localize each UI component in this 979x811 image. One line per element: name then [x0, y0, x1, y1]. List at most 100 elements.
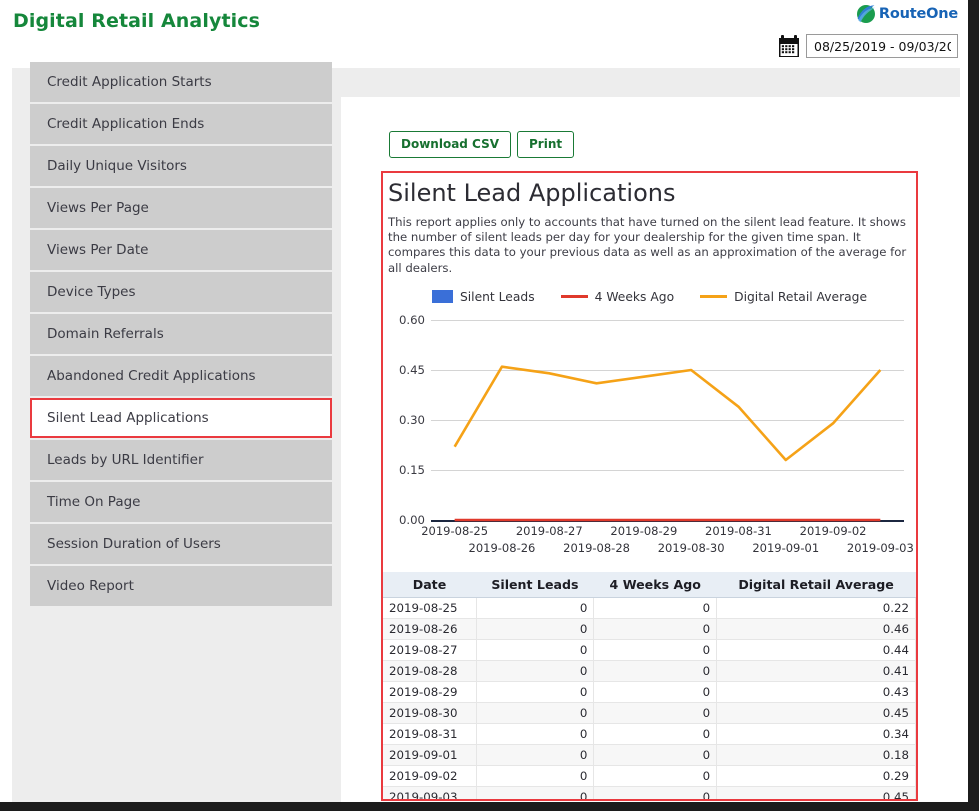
table-row: 2019-08-27000.44 [383, 639, 916, 660]
table-row: 2019-08-25000.22 [383, 597, 916, 618]
table-cell-date: 2019-08-28 [383, 660, 476, 681]
table-cell-value: 0 [594, 681, 717, 702]
table-cell-value: 0 [476, 786, 594, 801]
table-cell-value: 0 [594, 744, 717, 765]
chart-x-tick-label: 2019-08-28 [563, 541, 630, 555]
table-row: 2019-08-29000.43 [383, 681, 916, 702]
sidebar-item-video-report[interactable]: Video Report [30, 566, 332, 606]
table-cell-value: 0 [594, 639, 717, 660]
calendar-icon[interactable] [778, 35, 800, 58]
table-cell-value: 0 [476, 744, 594, 765]
print-button[interactable]: Print [517, 131, 574, 158]
table-cell-value: 0 [594, 597, 717, 618]
legend-item-4-weeks-ago[interactable]: 4 Weeks Ago [561, 290, 674, 304]
sidebar-item-daily-unique-visitors[interactable]: Daily Unique Visitors [30, 146, 332, 186]
sidebar-item-session-duration-of-users[interactable]: Session Duration of Users [30, 524, 332, 564]
table-row: 2019-08-26000.46 [383, 618, 916, 639]
report-panel: Silent Lead Applications This report app… [381, 171, 918, 801]
table-cell-value: 0.45 [717, 786, 916, 801]
legend-item-digital-retail-average[interactable]: Digital Retail Average [700, 290, 867, 304]
table-cell-date: 2019-08-29 [383, 681, 476, 702]
table-row: 2019-09-01000.18 [383, 744, 916, 765]
chart-x-tick-label: 2019-09-01 [752, 541, 819, 555]
table-row: 2019-09-03000.45 [383, 786, 916, 801]
sidebar-item-label: Session Duration of Users [47, 536, 221, 552]
sidebar-item-label: Credit Application Starts [47, 74, 212, 90]
table-cell-value: 0 [476, 723, 594, 744]
sidebar-item-silent-lead-applications[interactable]: Silent Lead Applications [30, 398, 332, 438]
legend-label: Silent Leads [460, 290, 535, 304]
sidebar-item-credit-application-starts[interactable]: Credit Application Starts [30, 62, 332, 102]
table-cell-value: 0.34 [717, 723, 916, 744]
legend-swatch-icon [700, 295, 727, 298]
sidebar-item-label: Domain Referrals [47, 326, 164, 342]
silent-leads-chart: Silent Leads 4 Weeks Ago Digital Retail Av… [383, 286, 916, 564]
sidebar-item-domain-referrals[interactable]: Domain Referrals [30, 314, 332, 354]
table-column-header[interactable]: Date [383, 572, 476, 598]
chart-line-digital-retail-average [455, 366, 881, 459]
legend-swatch-icon [432, 290, 453, 303]
table-body: 2019-08-25000.222019-08-26000.462019-08-… [383, 597, 916, 801]
table-head: DateSilent Leads4 Weeks AgoDigital Retai… [383, 572, 916, 598]
report-toolbar: Download CSV Print [389, 131, 574, 158]
chart-plot-area: 0.000.150.300.450.602019-08-252019-08-26… [383, 312, 916, 562]
table-cell-value: 0.45 [717, 702, 916, 723]
sidebar-item-label: Views Per Date [47, 242, 148, 258]
table-column-header[interactable]: 4 Weeks Ago [594, 572, 717, 598]
chart-x-tick-label: 2019-08-29 [610, 524, 677, 538]
routeone-logo: RouteOne [856, 4, 958, 24]
table-cell-value: 0 [476, 597, 594, 618]
date-range-input[interactable] [806, 34, 958, 58]
table-cell-value: 0.41 [717, 660, 916, 681]
sidebar-item-label: Abandoned Credit Applications [47, 368, 256, 384]
app-root: Digital Retail Analytics RouteOne [0, 0, 979, 811]
table-column-header[interactable]: Silent Leads [476, 572, 594, 598]
page-header: Digital Retail Analytics RouteOne [0, 0, 968, 66]
chart-x-tick-label: 2019-09-03 [847, 541, 914, 555]
chart-legend: Silent Leads 4 Weeks Ago Digital Retail Av… [383, 286, 916, 308]
sidebar-item-label: Device Types [47, 284, 136, 300]
report-content-card: Download CSV Print Silent Lead Applicati… [341, 97, 960, 803]
sidebar-item-label: Credit Application Ends [47, 116, 204, 132]
table-row: 2019-08-28000.41 [383, 660, 916, 681]
chart-x-tick-label: 2019-09-02 [800, 524, 867, 538]
table-cell-value: 0.18 [717, 744, 916, 765]
sidebar-item-time-on-page[interactable]: Time On Page [30, 482, 332, 522]
table-cell-value: 0 [594, 702, 717, 723]
table-row: 2019-09-02000.29 [383, 765, 916, 786]
sidebar-item-label: Daily Unique Visitors [47, 158, 187, 174]
chart-x-tick-label: 2019-08-25 [421, 524, 488, 538]
table-cell-date: 2019-08-31 [383, 723, 476, 744]
sidebar-item-label: Views Per Page [47, 200, 149, 216]
table-cell-value: 0 [594, 723, 717, 744]
table-cell-date: 2019-09-03 [383, 786, 476, 801]
table-cell-value: 0 [594, 786, 717, 801]
table-column-header[interactable]: Digital Retail Average [717, 572, 916, 598]
legend-item-silent-leads[interactable]: Silent Leads [432, 290, 535, 304]
sidebar-item-device-types[interactable]: Device Types [30, 272, 332, 312]
table-cell-date: 2019-08-27 [383, 639, 476, 660]
table-row: 2019-08-30000.45 [383, 702, 916, 723]
download-csv-button[interactable]: Download CSV [389, 131, 511, 158]
sidebar-item-credit-application-ends[interactable]: Credit Application Ends [30, 104, 332, 144]
sidebar-item-leads-by-url-identifier[interactable]: Leads by URL Identifier [30, 440, 332, 480]
legend-label: Digital Retail Average [734, 290, 867, 304]
horizontal-scrollbar[interactable] [0, 802, 979, 811]
date-range-picker[interactable] [778, 34, 958, 58]
table-row: 2019-08-31000.34 [383, 723, 916, 744]
sidebar-item-label: Video Report [47, 578, 134, 594]
chart-x-tick-label: 2019-08-26 [469, 541, 536, 555]
sidebar-item-views-per-date[interactable]: Views Per Date [30, 230, 332, 270]
table-cell-value: 0.29 [717, 765, 916, 786]
table-cell-value: 0 [476, 702, 594, 723]
sidebar-item-abandoned-credit-applications[interactable]: Abandoned Credit Applications [30, 356, 332, 396]
report-description: This report applies only to accounts tha… [388, 215, 911, 276]
table-cell-value: 0 [476, 660, 594, 681]
page-title: Digital Retail Analytics [13, 10, 260, 32]
chart-x-tick-label: 2019-08-27 [516, 524, 583, 538]
sidebar-item-views-per-page[interactable]: Views Per Page [30, 188, 332, 228]
sidebar-item-label: Time On Page [47, 494, 141, 510]
report-sidebar: Credit Application Starts Credit Applicat… [30, 62, 332, 608]
vertical-scrollbar[interactable] [968, 0, 979, 802]
table-cell-date: 2019-09-02 [383, 765, 476, 786]
